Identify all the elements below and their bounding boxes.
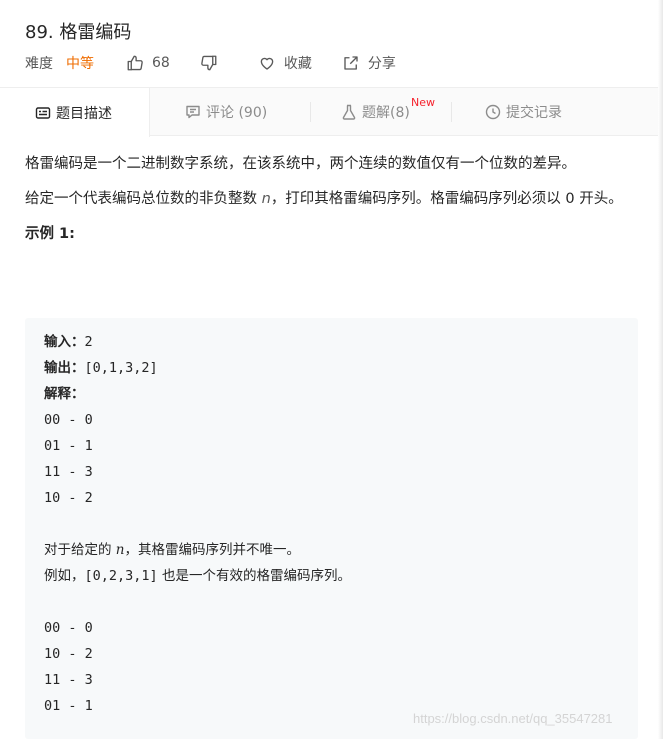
code-line-explain: 解释： — [44, 381, 638, 407]
input-label: 输入： — [44, 334, 85, 350]
dislike-button[interactable] — [200, 54, 218, 72]
text-span: 给定一个代表编码总位数的非负整数 — [25, 191, 262, 207]
output-label: 输出： — [44, 360, 85, 376]
like-count: 68 — [152, 55, 170, 71]
problem-title: 89. 格雷编码 — [25, 22, 132, 43]
input-value: 2 — [84, 334, 93, 350]
tab-description-label: 题目描述 — [56, 105, 112, 122]
text-span: 也是一个有效的格雷编码序列。 — [157, 568, 351, 584]
tab-description[interactable]: 题目描述 — [0, 88, 150, 137]
tab-submissions[interactable]: 提交记录 — [485, 88, 562, 136]
explain-label: 解释： — [44, 386, 85, 402]
favorite-button[interactable]: 收藏 — [258, 53, 312, 73]
code-line: 01 - 1 — [44, 438, 93, 454]
code-line: 11 - 3 — [44, 464, 93, 480]
code-line: 11 - 3 — [44, 672, 93, 688]
text-span: 例如， — [44, 568, 85, 584]
example-title: 示例 1: — [25, 226, 75, 242]
share-icon — [344, 56, 358, 70]
heart-icon — [260, 57, 274, 70]
description-icon — [35, 106, 51, 119]
difficulty-value: 中等 — [66, 56, 94, 72]
new-badge: New — [411, 96, 435, 109]
tab-solutions[interactable]: 题解(8) — [341, 88, 410, 136]
problem-header: 89. 格雷编码 难度 中等 68 收藏 分享 — [0, 0, 663, 88]
difficulty-label: 难度 — [25, 56, 53, 72]
share-label: 分享 — [367, 56, 396, 72]
problem-description: 格雷编码是一个二进制数字系统，在该系统中，两个连续的数值仅有一个位数的差异。 给… — [25, 152, 640, 246]
problem-meta: 难度 中等 68 收藏 分享 — [25, 53, 426, 73]
share-button[interactable]: 分享 — [342, 53, 396, 73]
description-paragraph: 给定一个代表编码总位数的非负整数 n，打印其格雷编码序列。格雷编码序列必须以 0… — [25, 187, 640, 211]
code-line: 00 - 0 — [44, 620, 93, 636]
thumbs-down-icon — [201, 55, 217, 71]
tab-bar: 题目描述 评论 (90) 题解(8) 提交记录 — [0, 88, 663, 137]
scrollbar-edge — [658, 0, 663, 739]
watermark: https://blog.csdn.net/qq_35547281 — [413, 711, 613, 726]
tab-comments[interactable]: 评论 (90) — [185, 88, 267, 136]
code-line-note1: 对于给定的 n，其格雷编码序列并不唯一。 — [44, 537, 638, 563]
variable-n: n — [261, 191, 271, 207]
clock-icon — [485, 104, 501, 120]
tab-solutions-label: 题解(8) — [362, 105, 410, 121]
description-paragraph: 格雷编码是一个二进制数字系统，在该系统中，两个连续的数值仅有一个位数的差异。 — [25, 156, 576, 172]
variable-n: n — [115, 542, 125, 558]
favorite-label: 收藏 — [283, 56, 312, 72]
tab-comments-label: 评论 (90) — [206, 105, 268, 121]
tab-divider — [310, 102, 311, 122]
flask-icon — [342, 104, 356, 120]
like-button[interactable]: 68 — [126, 54, 170, 72]
code-line: 00 - 0 — [44, 412, 93, 428]
code-line-input: 输入：2 — [44, 329, 638, 355]
tab-submissions-label: 提交记录 — [506, 105, 562, 121]
code-line: 10 - 2 — [44, 646, 93, 662]
code-span: [0,2,3,1] — [84, 568, 158, 584]
code-line-note2: 例如，[0,2,3,1] 也是一个有效的格雷编码序列。 — [44, 563, 638, 589]
text-span: ，打印其格雷编码序列。格雷编码序列必须以 0 开头。 — [270, 191, 623, 207]
text-span: ，其格雷编码序列并不唯一。 — [124, 542, 301, 558]
example-code-block: 输入：2 输出：[0,1,3,2] 解释： 00 - 0 01 - 1 11 -… — [25, 318, 638, 739]
tab-divider — [451, 102, 452, 122]
code-line-output: 输出：[0,1,3,2] — [44, 355, 638, 381]
text-span: 对于给定的 — [44, 542, 116, 558]
output-value: [0,1,3,2] — [84, 360, 158, 376]
thumbs-up-icon — [127, 55, 143, 71]
comment-icon — [186, 105, 200, 119]
code-line: 10 - 2 — [44, 490, 93, 506]
